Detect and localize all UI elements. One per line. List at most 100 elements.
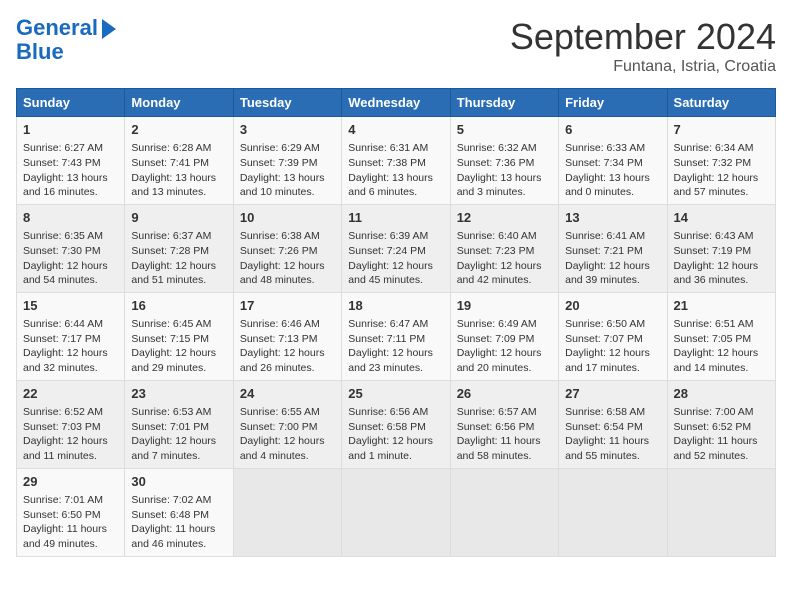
sunset-text: Sunset: 6:54 PM — [565, 420, 660, 435]
daylight-text: Daylight: 11 hours and 49 minutes. — [23, 522, 118, 551]
day-number: 28 — [674, 385, 769, 403]
sunset-text: Sunset: 7:34 PM — [565, 156, 660, 171]
daylight-text: Daylight: 13 hours and 6 minutes. — [348, 171, 443, 200]
calendar-day-cell — [450, 468, 558, 556]
calendar-day-cell: 20Sunrise: 6:50 AMSunset: 7:07 PMDayligh… — [559, 292, 667, 380]
calendar-day-cell: 6Sunrise: 6:33 AMSunset: 7:34 PMDaylight… — [559, 117, 667, 205]
sunset-text: Sunset: 6:52 PM — [674, 420, 769, 435]
sunset-text: Sunset: 7:30 PM — [23, 244, 118, 259]
day-number: 18 — [348, 297, 443, 315]
daylight-text: Daylight: 12 hours and 42 minutes. — [457, 259, 552, 288]
calendar-week-row: 1Sunrise: 6:27 AMSunset: 7:43 PMDaylight… — [17, 117, 776, 205]
day-number: 9 — [131, 209, 226, 227]
sunset-text: Sunset: 7:17 PM — [23, 332, 118, 347]
col-tuesday: Tuesday — [233, 89, 341, 117]
calendar-day-cell: 17Sunrise: 6:46 AMSunset: 7:13 PMDayligh… — [233, 292, 341, 380]
calendar-day-cell: 8Sunrise: 6:35 AMSunset: 7:30 PMDaylight… — [17, 204, 125, 292]
daylight-text: Daylight: 12 hours and 20 minutes. — [457, 346, 552, 375]
sunset-text: Sunset: 7:03 PM — [23, 420, 118, 435]
sunset-text: Sunset: 7:13 PM — [240, 332, 335, 347]
calendar-week-row: 8Sunrise: 6:35 AMSunset: 7:30 PMDaylight… — [17, 204, 776, 292]
logo-text: General — [16, 16, 98, 40]
col-wednesday: Wednesday — [342, 89, 450, 117]
calendar-day-cell: 12Sunrise: 6:40 AMSunset: 7:23 PMDayligh… — [450, 204, 558, 292]
calendar-week-row: 29Sunrise: 7:01 AMSunset: 6:50 PMDayligh… — [17, 468, 776, 556]
daylight-text: Daylight: 12 hours and 29 minutes. — [131, 346, 226, 375]
sunset-text: Sunset: 7:19 PM — [674, 244, 769, 259]
daylight-text: Daylight: 12 hours and 32 minutes. — [23, 346, 118, 375]
day-number: 13 — [565, 209, 660, 227]
day-number: 15 — [23, 297, 118, 315]
sunrise-text: Sunrise: 7:01 AM — [23, 493, 118, 508]
calendar-day-cell: 2 Sunrise: 6:28 AMSunset: 7:41 PMDaylight… — [125, 117, 233, 205]
title-block: September 2024 Funtana, Istria, Croatia — [510, 16, 776, 76]
calendar-day-cell: 11Sunrise: 6:39 AMSunset: 7:24 PMDayligh… — [342, 204, 450, 292]
sunset-text: Sunset: 7:28 PM — [131, 244, 226, 259]
sunset-text: Sunset: 7:38 PM — [348, 156, 443, 171]
sunset-text: Sunset: 7:15 PM — [131, 332, 226, 347]
calendar-day-cell: 28Sunrise: 7:00 AMSunset: 6:52 PMDayligh… — [667, 380, 775, 468]
sunrise-text: Sunrise: 6:35 AM — [23, 229, 118, 244]
sunset-text: Sunset: 7:09 PM — [457, 332, 552, 347]
sunrise-text: Sunrise: 6:27 AM — [23, 141, 118, 156]
daylight-text: Daylight: 13 hours and 0 minutes. — [565, 171, 660, 200]
calendar-day-cell: 21Sunrise: 6:51 AMSunset: 7:05 PMDayligh… — [667, 292, 775, 380]
sunrise-text: Sunrise: 6:32 AM — [457, 141, 552, 156]
day-number: 19 — [457, 297, 552, 315]
sunrise-text: Sunrise: 6:56 AM — [348, 405, 443, 420]
sunset-text: Sunset: 7:26 PM — [240, 244, 335, 259]
sunset-text: Sunset: 7:21 PM — [565, 244, 660, 259]
daylight-text: Daylight: 11 hours and 52 minutes. — [674, 434, 769, 463]
daylight-text: Daylight: 13 hours and 13 minutes. — [131, 171, 226, 200]
day-number: 2 — [131, 121, 226, 139]
sunrise-text: Sunrise: 6:38 AM — [240, 229, 335, 244]
day-number: 24 — [240, 385, 335, 403]
sunrise-text: Sunrise: 6:31 AM — [348, 141, 443, 156]
sunset-text: Sunset: 6:58 PM — [348, 420, 443, 435]
sunset-text: Sunset: 7:36 PM — [457, 156, 552, 171]
logo-arrow-icon — [102, 19, 116, 39]
calendar-day-cell: 15Sunrise: 6:44 AMSunset: 7:17 PMDayligh… — [17, 292, 125, 380]
sunset-text: Sunset: 7:41 PM — [131, 156, 226, 171]
sunrise-text: Sunrise: 6:47 AM — [348, 317, 443, 332]
sunrise-text: Sunrise: 6:37 AM — [131, 229, 226, 244]
calendar-day-cell — [342, 468, 450, 556]
daylight-text: Daylight: 12 hours and 14 minutes. — [674, 346, 769, 375]
sunrise-text: Sunrise: 6:45 AM — [131, 317, 226, 332]
day-number: 21 — [674, 297, 769, 315]
calendar-day-cell: 7Sunrise: 6:34 AMSunset: 7:32 PMDaylight… — [667, 117, 775, 205]
sunrise-text: Sunrise: 6:43 AM — [674, 229, 769, 244]
day-number: 29 — [23, 473, 118, 491]
calendar-day-cell: 30Sunrise: 7:02 AMSunset: 6:48 PMDayligh… — [125, 468, 233, 556]
calendar-day-cell — [559, 468, 667, 556]
day-number: 11 — [348, 209, 443, 227]
day-number: 4 — [348, 121, 443, 139]
page-header: General Blue September 2024 Funtana, Ist… — [16, 16, 776, 76]
sunrise-text: Sunrise: 6:51 AM — [674, 317, 769, 332]
day-number: 3 — [240, 121, 335, 139]
daylight-text: Daylight: 12 hours and 54 minutes. — [23, 259, 118, 288]
logo-blue: Blue — [16, 40, 116, 64]
logo: General Blue — [16, 16, 116, 64]
col-friday: Friday — [559, 89, 667, 117]
sunset-text: Sunset: 6:48 PM — [131, 508, 226, 523]
day-number: 17 — [240, 297, 335, 315]
sunrise-text: Sunrise: 6:41 AM — [565, 229, 660, 244]
daylight-text: Daylight: 12 hours and 48 minutes. — [240, 259, 335, 288]
sunrise-text: Sunrise: 6:39 AM — [348, 229, 443, 244]
location-subtitle: Funtana, Istria, Croatia — [510, 58, 776, 76]
daylight-text: Daylight: 13 hours and 10 minutes. — [240, 171, 335, 200]
sunset-text: Sunset: 7:39 PM — [240, 156, 335, 171]
day-number: 27 — [565, 385, 660, 403]
sunrise-text: Sunrise: 6:28 AM — [131, 141, 226, 156]
daylight-text: Daylight: 12 hours and 11 minutes. — [23, 434, 118, 463]
daylight-text: Daylight: 11 hours and 58 minutes. — [457, 434, 552, 463]
calendar-week-row: 22Sunrise: 6:52 AMSunset: 7:03 PMDayligh… — [17, 380, 776, 468]
day-number: 23 — [131, 385, 226, 403]
calendar-day-cell: 9Sunrise: 6:37 AMSunset: 7:28 PMDaylight… — [125, 204, 233, 292]
calendar-day-cell: 13Sunrise: 6:41 AMSunset: 7:21 PMDayligh… — [559, 204, 667, 292]
col-monday: Monday — [125, 89, 233, 117]
sunrise-text: Sunrise: 6:53 AM — [131, 405, 226, 420]
day-number: 22 — [23, 385, 118, 403]
day-number: 25 — [348, 385, 443, 403]
